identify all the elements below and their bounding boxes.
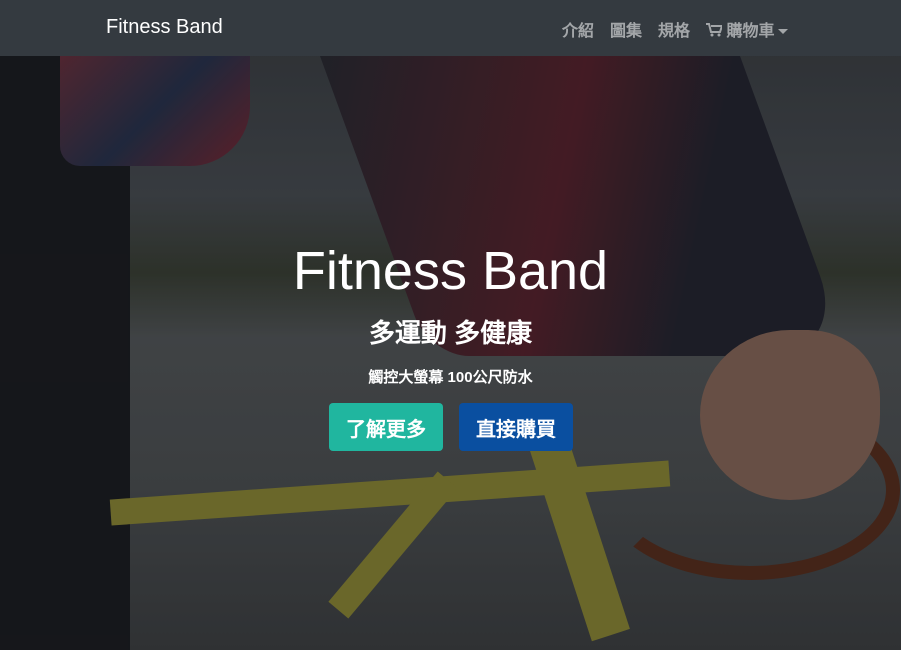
- nav-link-cart-dropdown[interactable]: 購物車: [706, 17, 788, 41]
- cart-icon: [706, 23, 724, 37]
- nav-link-gallery[interactable]: 圖集: [610, 17, 642, 41]
- cart-label: 購物車: [726, 23, 775, 40]
- buy-now-button[interactable]: 直接購買: [459, 403, 573, 451]
- hero-title: Fitness Band: [292, 241, 609, 301]
- caret-down-icon: [777, 29, 788, 35]
- learn-more-button[interactable]: 了解更多: [329, 403, 443, 451]
- nav-links: 介紹 圖集 規格 購物車: [562, 17, 788, 41]
- nav-link-specs[interactable]: 規格: [658, 17, 690, 41]
- hero-subtitle: 多運動 多健康: [368, 318, 533, 348]
- nav-link-intro[interactable]: 介紹: [562, 17, 594, 41]
- hero-overlay: [0, 56, 901, 650]
- hero-tagline: 觸控大螢幕 100公尺防水: [368, 369, 533, 386]
- navbar: Fitness Band 介紹 圖集 規格 購物車: [0, 0, 901, 56]
- navbar-brand[interactable]: Fitness Band: [106, 16, 223, 39]
